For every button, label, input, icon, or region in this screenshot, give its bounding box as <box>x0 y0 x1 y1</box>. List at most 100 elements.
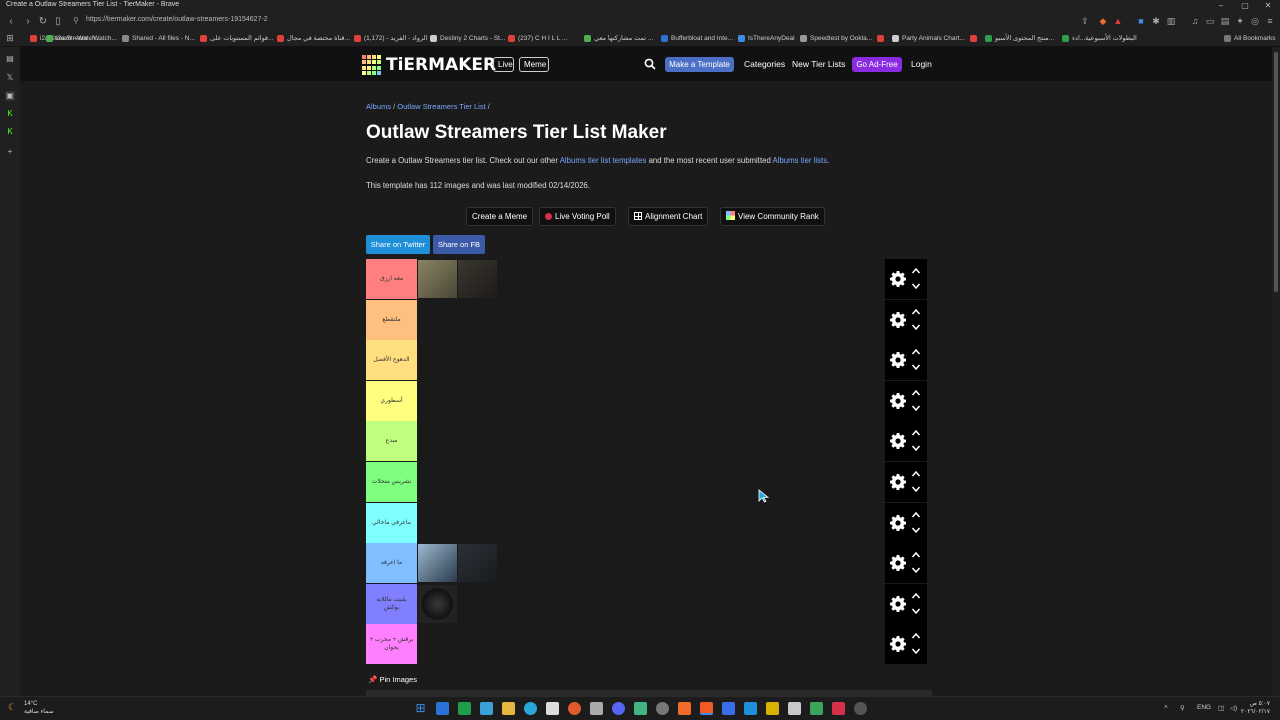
bookmark-item[interactable]: قوائم المستويات على... <box>200 34 273 44</box>
gear-icon[interactable] <box>890 392 906 409</box>
bookmark-item[interactable]: منتج المحتوى الأسبو... <box>985 34 1054 44</box>
taskbar-app-icon[interactable] <box>480 702 493 715</box>
weather-widget[interactable]: ☾ 14°C سماء صافية <box>8 700 54 716</box>
tier-drop-zone[interactable] <box>417 624 885 665</box>
share-twitter-button[interactable]: Share on Twitter <box>366 235 430 254</box>
tray-chevron-icon[interactable]: ˄ <box>1164 704 1168 711</box>
brave-rewards-icon[interactable]: ▲ <box>1113 16 1123 26</box>
tier-label[interactable]: أسطوري <box>366 380 417 421</box>
bookmark-item[interactable]: i2a Stream - Watch... <box>46 34 117 44</box>
taskbar-app-icon[interactable] <box>788 702 801 715</box>
bookmark-item[interactable]: البطولات الأسبوعية...ادء <box>1062 34 1137 44</box>
tier-label[interactable]: يلبيت ماللانه بوكش <box>366 583 417 624</box>
tier-label[interactable]: ما اعرفه <box>366 543 417 584</box>
bookmark-item[interactable]: Bufferbloat and Inte... <box>661 34 733 44</box>
system-clock[interactable]: ٥:٠٧ ص ٢٠٢٦/٠٢/١٧ <box>1241 700 1270 716</box>
bookmark-item[interactable] <box>877 34 887 44</box>
move-down-icon[interactable] <box>911 606 921 616</box>
move-down-icon[interactable] <box>911 362 921 372</box>
maximize-button[interactable]: ▢ <box>1234 0 1256 12</box>
tier-drop-zone[interactable] <box>417 340 885 381</box>
menu-icon[interactable]: ≡ <box>1265 16 1275 26</box>
tier-label[interactable]: نشريس متحلات <box>366 462 417 502</box>
pin-images-toggle[interactable]: 📌 Pin Images <box>368 675 417 684</box>
tier-drop-zone[interactable] <box>417 543 885 584</box>
alignment-chart-button[interactable]: Alignment Chart <box>628 207 709 226</box>
go-ad-free-button[interactable]: Go Ad-Free <box>852 57 902 72</box>
taskbar-app-icon[interactable] <box>546 702 559 715</box>
breadcrumb-current[interactable]: Outlaw Streamers Tier List <box>397 102 485 111</box>
all-bookmarks[interactable]: All Bookmarks <box>1224 34 1276 44</box>
kick-icon[interactable]: K <box>5 109 15 119</box>
reload-icon[interactable]: ↻ <box>36 15 50 28</box>
sidebar-panel-icon[interactable]: ▤ <box>5 54 15 64</box>
albums-templates-link[interactable]: Albums tier list templates <box>560 156 647 165</box>
gear-icon[interactable] <box>890 311 906 328</box>
move-down-icon[interactable] <box>911 484 921 494</box>
taskbar-app-icon[interactable] <box>656 702 669 715</box>
new-tier-lists-link[interactable]: New Tier Lists <box>792 58 845 71</box>
search-icon[interactable] <box>644 58 656 70</box>
bookmark-item[interactable]: (237) C H I L L ... <box>508 34 567 44</box>
meme-button[interactable]: Meme <box>519 57 549 72</box>
tier-drop-zone[interactable] <box>417 380 885 421</box>
extension-icon[interactable]: ■ <box>1136 16 1146 26</box>
extensions-icon[interactable]: ✱ <box>1151 16 1161 26</box>
tier-label[interactable]: برقش + مخرب + يجوان <box>366 624 417 665</box>
brave-icon[interactable] <box>700 702 713 715</box>
vpn-icon[interactable]: ◎ <box>1250 16 1260 26</box>
gear-icon[interactable] <box>890 514 906 531</box>
split-view-icon[interactable]: ▭ <box>1205 16 1215 26</box>
categories-link[interactable]: Categories <box>744 58 785 71</box>
move-down-icon[interactable] <box>911 281 921 291</box>
tier-drop-zone[interactable] <box>417 583 885 624</box>
move-down-icon[interactable] <box>911 525 921 535</box>
move-up-icon[interactable] <box>911 469 921 479</box>
apps-icon[interactable]: ⊞ <box>5 33 15 43</box>
bookmark-item[interactable]: IsThereAnyDeal <box>738 34 795 44</box>
tier-item-image[interactable] <box>418 584 457 623</box>
move-down-icon[interactable] <box>911 322 921 332</box>
taskbar-app-icon[interactable] <box>854 702 867 715</box>
bookmark-item[interactable]: Shared - All files - N... <box>122 34 195 44</box>
add-panel-icon[interactable]: + <box>5 147 15 157</box>
kick-icon[interactable]: K <box>5 127 15 137</box>
tier-drop-zone[interactable] <box>417 502 885 543</box>
tier-item-image[interactable] <box>418 544 457 583</box>
make-template-button[interactable]: Make a Template <box>665 57 734 72</box>
tier-item-image[interactable] <box>418 260 457 298</box>
move-down-icon[interactable] <box>911 646 921 656</box>
file-explorer-icon[interactable] <box>502 702 515 715</box>
start-icon[interactable]: ⊞ <box>414 702 427 715</box>
bookmark-item[interactable] <box>970 34 980 44</box>
edge-icon[interactable] <box>524 702 537 715</box>
sidebar-app-icon[interactable]: ▣ <box>5 91 15 101</box>
gear-icon[interactable] <box>890 636 906 653</box>
bookmark-item[interactable]: Destiny 2 Charts - St... <box>430 34 505 44</box>
discord-icon[interactable] <box>612 702 625 715</box>
move-up-icon[interactable] <box>911 631 921 641</box>
minimize-button[interactable]: – <box>1210 0 1232 12</box>
taskbar-app-icon[interactable] <box>436 702 449 715</box>
move-up-icon[interactable] <box>911 347 921 357</box>
language-indicator[interactable]: ENG <box>1197 704 1211 711</box>
forward-icon[interactable]: › <box>21 15 35 28</box>
tier-label[interactable]: مبدع <box>366 421 417 462</box>
move-up-icon[interactable] <box>911 266 921 276</box>
breadcrumb-albums[interactable]: Albums <box>366 102 391 111</box>
gear-icon[interactable] <box>890 474 906 490</box>
volume-icon[interactable]: ◁) <box>1230 704 1237 712</box>
address-bar[interactable]: ⚲ https://tiermaker.com/create/outlaw-st… <box>68 15 1093 28</box>
move-up-icon[interactable] <box>911 550 921 560</box>
close-window-button[interactable]: ✕ <box>1257 0 1279 12</box>
taskbar-app-icon[interactable] <box>722 702 735 715</box>
tier-label[interactable]: ملتقطع <box>366 299 417 340</box>
gear-icon[interactable] <box>890 433 906 450</box>
albums-tier-lists-link[interactable]: Albums tier lists <box>773 156 828 165</box>
taskbar-app-icon[interactable] <box>766 702 779 715</box>
taskbar-app-icon[interactable] <box>678 702 691 715</box>
tier-drop-zone[interactable] <box>417 259 885 299</box>
move-up-icon[interactable] <box>911 388 921 398</box>
x-twitter-icon[interactable]: 𝕏 <box>5 73 15 83</box>
back-icon[interactable]: ‹ <box>4 15 18 28</box>
